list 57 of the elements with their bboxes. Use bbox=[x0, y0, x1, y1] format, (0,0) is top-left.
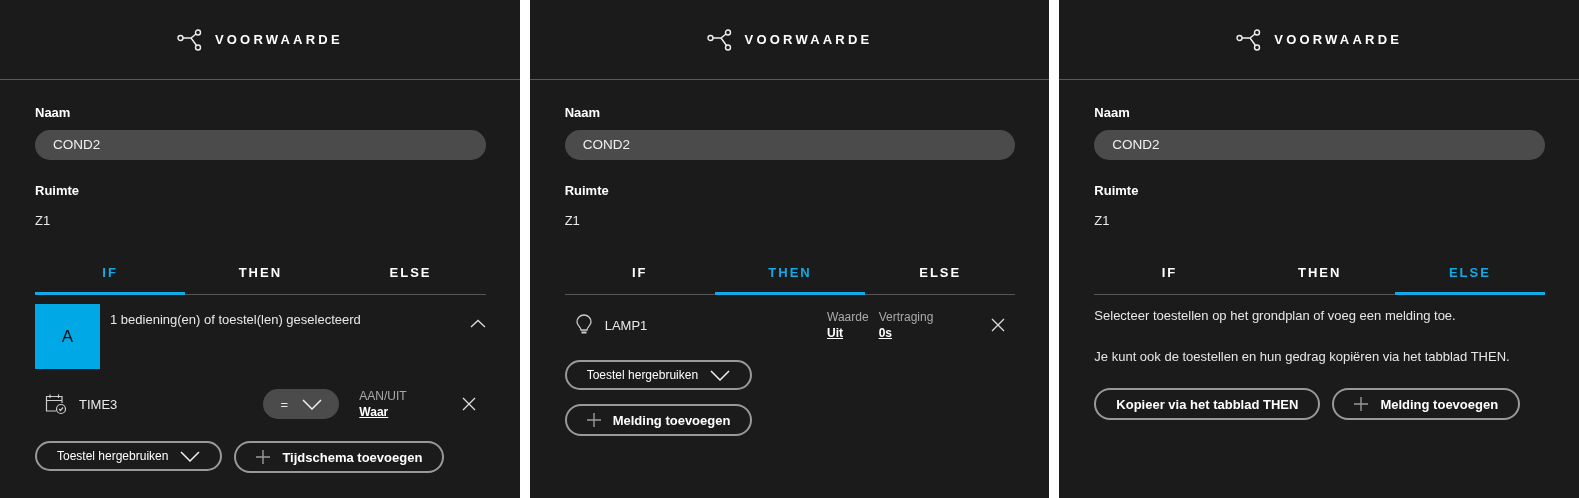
copy-button[interactable]: Kopieer via het tabblad THEN bbox=[1094, 388, 1321, 420]
reuse-dropdown[interactable]: Toestel hergebruiken bbox=[35, 441, 223, 471]
tab[interactable]: ELSE bbox=[335, 256, 486, 295]
device-name: LAMP1 bbox=[604, 317, 649, 333]
operator-dropdown[interactable]: = bbox=[263, 389, 340, 419]
group-badge[interactable]: A bbox=[35, 304, 100, 369]
panel-title: VOORWAARDE bbox=[744, 32, 873, 47]
name-field[interactable]: COND2 bbox=[35, 130, 486, 160]
field-label: Waarde bbox=[827, 310, 869, 324]
tab[interactable]: IF bbox=[35, 256, 186, 295]
reuse-dropdown[interactable]: Toestel hergebruiken bbox=[564, 360, 753, 390]
branch-icon bbox=[706, 28, 733, 51]
field-label: Ruimte bbox=[1094, 183, 1139, 198]
panel-title: VOORWAARDE bbox=[1274, 32, 1403, 47]
field-label: Naam bbox=[35, 105, 71, 120]
field-label: Vertraging bbox=[878, 310, 934, 324]
close-icon[interactable] bbox=[991, 318, 1006, 332]
value-link[interactable]: Waar bbox=[359, 405, 389, 419]
plus-icon bbox=[256, 450, 271, 464]
group-summary: 1 bediening(en) of toestel(len) geselecteerd bbox=[110, 311, 362, 327]
tab[interactable]: THEN bbox=[714, 256, 866, 295]
tab[interactable]: IF bbox=[564, 256, 715, 295]
info-text: Selecteer toestellen op het grondplan of voeg een melding toe. bbox=[1094, 308, 1457, 323]
add-button[interactable]: Melding toevoegen bbox=[1332, 388, 1521, 420]
tab[interactable]: THEN bbox=[185, 256, 336, 295]
close-icon[interactable] bbox=[461, 397, 476, 411]
value-link[interactable]: 0s bbox=[878, 326, 892, 340]
plus-icon bbox=[586, 413, 601, 427]
name-field[interactable]: COND2 bbox=[564, 130, 1016, 160]
field-label: Naam bbox=[564, 105, 601, 120]
plus-icon bbox=[1354, 397, 1369, 411]
add-button[interactable]: Melding toevoegen bbox=[564, 404, 753, 436]
panel-title: VOORWAARDE bbox=[214, 32, 343, 47]
caret-up-icon[interactable] bbox=[469, 319, 486, 328]
tab[interactable]: THEN bbox=[1244, 256, 1395, 295]
info-text: Je kunt ook de toestellen en hun gedrag kopiëren via het tabblad THEN. bbox=[1094, 349, 1511, 364]
device-name: TIME3 bbox=[79, 396, 119, 412]
field-label: Ruimte bbox=[564, 183, 609, 198]
chevron-down-icon bbox=[180, 450, 201, 462]
branch-icon bbox=[176, 28, 203, 51]
field-label: Naam bbox=[1094, 105, 1130, 120]
chevron-down-icon bbox=[302, 398, 323, 410]
light-bulb-icon bbox=[574, 314, 593, 336]
tab[interactable]: ELSE bbox=[1394, 256, 1545, 295]
name-field[interactable]: COND2 bbox=[1094, 130, 1545, 160]
room-value: Z1 bbox=[35, 213, 51, 228]
room-value: Z1 bbox=[564, 213, 580, 228]
field-label: AAN/UIT bbox=[359, 389, 407, 403]
tab[interactable]: ELSE bbox=[865, 256, 1016, 295]
add-button[interactable]: Tijdschema toevoegen bbox=[234, 441, 445, 473]
value-link[interactable]: Uit bbox=[827, 326, 844, 340]
calendar-clock-icon bbox=[45, 393, 67, 415]
branch-icon bbox=[1236, 28, 1263, 51]
field-label: Ruimte bbox=[35, 183, 80, 198]
chevron-down-icon bbox=[710, 369, 731, 381]
tab[interactable]: IF bbox=[1094, 256, 1245, 295]
room-value: Z1 bbox=[1094, 213, 1110, 228]
